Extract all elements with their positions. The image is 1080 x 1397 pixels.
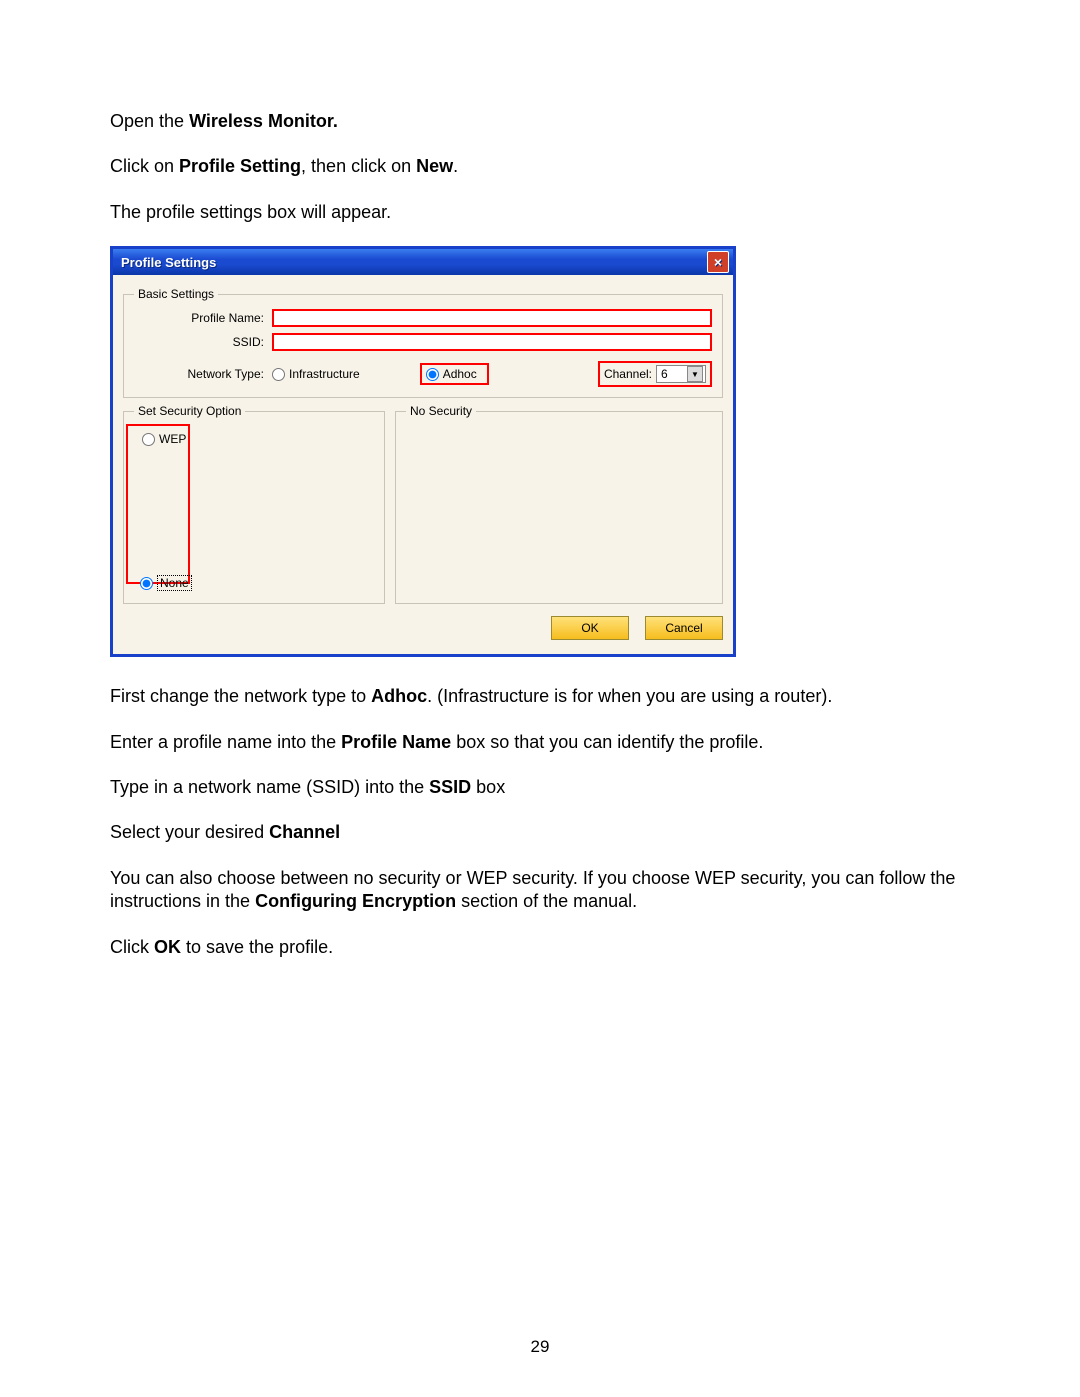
basic-settings-group: Basic Settings Profile Name: SSID: Netwo… [123, 287, 723, 398]
bold-text: OK [154, 937, 181, 957]
security-option-legend: Set Security Option [134, 404, 245, 418]
text: Enter a profile name into the [110, 732, 341, 752]
text: Click [110, 937, 154, 957]
bold-text: Profile Setting [179, 156, 301, 176]
none-radio[interactable] [140, 577, 153, 590]
text: . [453, 156, 458, 176]
profile-settings-dialog: Profile Settings × Basic Settings Profil… [110, 246, 736, 657]
channel-select[interactable]: 6 ▼ [656, 365, 706, 383]
instruction-4: First change the network type to Adhoc. … [110, 685, 970, 708]
channel-value: 6 [661, 367, 668, 381]
ok-button[interactable]: OK [551, 616, 629, 640]
text: . (Infrastructure is for when you are us… [427, 686, 832, 706]
text: Select your desired [110, 822, 269, 842]
page-number: 29 [0, 1337, 1080, 1357]
text: First change the network type to [110, 686, 371, 706]
text: to save the profile. [181, 937, 333, 957]
bold-text: Configuring Encryption [255, 891, 456, 911]
network-type-row: Network Type: Infrastructure Adhoc Chann… [134, 361, 712, 387]
infrastructure-radio[interactable] [272, 368, 285, 381]
text: box [471, 777, 505, 797]
instruction-3: The profile settings box will appear. [110, 201, 970, 224]
bold-text: Adhoc [371, 686, 427, 706]
text: Click on [110, 156, 179, 176]
text: section of the manual. [456, 891, 637, 911]
profile-name-row: Profile Name: [134, 309, 712, 327]
no-security-legend: No Security [406, 404, 476, 418]
bold-text: Channel [269, 822, 340, 842]
ssid-label: SSID: [134, 335, 272, 349]
adhoc-radio[interactable] [426, 368, 439, 381]
adhoc-label: Adhoc [443, 367, 477, 381]
infrastructure-label: Infrastructure [289, 367, 360, 381]
security-option-group: Set Security Option WEP None [123, 404, 385, 604]
button-row: OK Cancel [123, 616, 723, 640]
bold-text: Profile Name [341, 732, 451, 752]
lower-panels: Set Security Option WEP None No Security [123, 404, 723, 604]
ssid-input[interactable] [272, 333, 712, 351]
titlebar: Profile Settings × [113, 249, 733, 275]
text: , then click on [301, 156, 416, 176]
dialog-body: Basic Settings Profile Name: SSID: Netwo… [113, 275, 733, 654]
instruction-2: Click on Profile Setting, then click on … [110, 155, 970, 178]
security-highlight [126, 424, 190, 584]
none-label: None [157, 575, 192, 591]
window-title: Profile Settings [121, 255, 216, 270]
text: box so that you can identify the profile… [451, 732, 763, 752]
chevron-down-icon: ▼ [687, 366, 703, 382]
instruction-5: Enter a profile name into the Profile Na… [110, 731, 970, 754]
instruction-8: You can also choose between no security … [110, 867, 970, 914]
cancel-button[interactable]: Cancel [645, 616, 723, 640]
ssid-row: SSID: [134, 333, 712, 351]
instruction-9: Click OK to save the profile. [110, 936, 970, 959]
close-icon: × [714, 254, 722, 270]
instruction-6: Type in a network name (SSID) into the S… [110, 776, 970, 799]
channel-highlight: Channel: 6 ▼ [598, 361, 712, 387]
bold-text: New [416, 156, 453, 176]
adhoc-highlight: Adhoc [420, 363, 489, 385]
text: Open the [110, 111, 189, 131]
profile-name-label: Profile Name: [134, 311, 272, 325]
bold-text: Wireless Monitor. [189, 111, 338, 131]
instruction-1: Open the Wireless Monitor. [110, 110, 970, 133]
network-type-label: Network Type: [134, 367, 272, 381]
profile-name-input[interactable] [272, 309, 712, 327]
basic-settings-legend: Basic Settings [134, 287, 218, 301]
channel-label: Channel: [604, 367, 652, 381]
none-item: None [140, 575, 192, 591]
close-button[interactable]: × [707, 251, 729, 273]
bold-text: SSID [429, 777, 471, 797]
instruction-7: Select your desired Channel [110, 821, 970, 844]
text: Type in a network name (SSID) into the [110, 777, 429, 797]
no-security-group: No Security [395, 404, 723, 604]
